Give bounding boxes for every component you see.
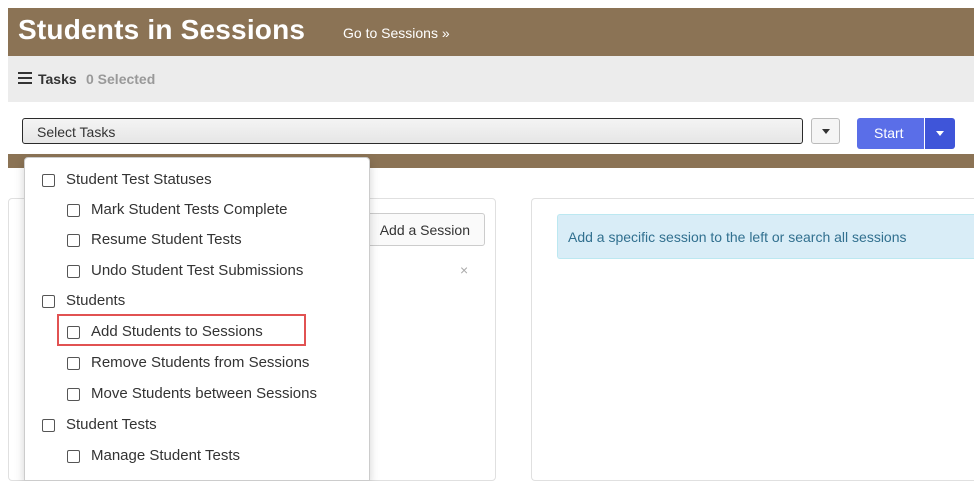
option-label: Move Students between Sessions [91, 385, 317, 402]
option-label: Student Tests [66, 416, 157, 433]
chevron-down-icon [936, 131, 944, 136]
select-tasks-field[interactable]: Select Tasks [22, 118, 803, 144]
option-label: Undo Student Test Submissions [91, 262, 304, 279]
checkbox[interactable] [67, 234, 80, 247]
start-button[interactable]: Start [857, 118, 924, 149]
checkbox[interactable] [67, 326, 80, 339]
info-alert: Add a specific session to the left or se… [557, 214, 974, 259]
checkbox[interactable] [42, 295, 55, 308]
selected-count: 0 Selected [86, 71, 156, 87]
checkbox[interactable] [67, 450, 80, 463]
chevron-down-icon [822, 129, 830, 134]
option-label: Add Students to Sessions [91, 323, 263, 340]
option-label: Students [66, 292, 126, 309]
close-icon[interactable]: × [460, 262, 468, 278]
start-options-toggle[interactable] [925, 118, 955, 149]
tasks-heading: Tasks 0 Selected [8, 56, 974, 102]
tasks-dropdown-menu: Student Test Statuses Mark Student Tests… [24, 157, 370, 481]
go-to-sessions-link[interactable]: Go to Sessions » [343, 25, 450, 41]
info-message: Add a specific session to the left or se… [568, 229, 907, 245]
tasks-body: Select Tasks Start [8, 102, 974, 154]
option-label: Resume Student Tests [91, 231, 242, 248]
select-tasks-toggle[interactable] [811, 118, 840, 144]
checkbox[interactable] [67, 204, 80, 217]
page-header: Students in Sessions Go to Sessions » [8, 8, 974, 48]
tasks-panel: Tasks 0 Selected Select Tasks Start [8, 48, 974, 168]
checkbox[interactable] [67, 388, 80, 401]
tasks-label: Tasks [38, 71, 77, 87]
page-title: Students in Sessions [18, 14, 306, 45]
checkbox[interactable] [67, 265, 80, 278]
checkbox[interactable] [67, 357, 80, 370]
option-label: Remove Students from Sessions [91, 354, 310, 371]
option-label: Manage Student Tests [91, 447, 240, 464]
option-label: Student Test Statuses [66, 171, 212, 188]
select-tasks-value: Select Tasks [37, 124, 116, 140]
list-icon [18, 72, 32, 84]
checkbox[interactable] [42, 174, 55, 187]
add-session-label: Add a Session [379, 222, 470, 238]
option-label: Mark Student Tests Complete [91, 201, 288, 218]
start-label: Start [874, 125, 904, 141]
checkbox[interactable] [42, 419, 55, 432]
